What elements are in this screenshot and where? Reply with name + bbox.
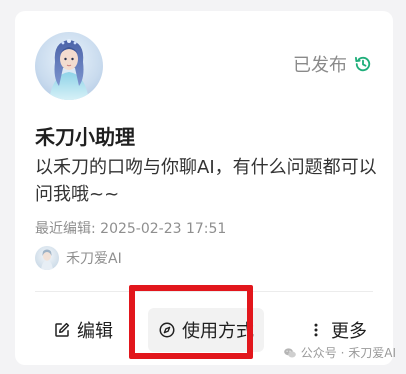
publish-status: 已发布 xyxy=(293,51,373,77)
watermark: 公众号 · 禾刀爱AI xyxy=(283,344,396,361)
agent-description: 以禾刀的口吻与你聊AI，有什么问题都可以问我哦~~ xyxy=(35,157,377,205)
divider xyxy=(35,291,373,292)
usage-button-label: 使用方式 xyxy=(182,321,254,342)
edit-icon xyxy=(55,322,70,337)
author-name: 禾刀爱AI xyxy=(66,251,122,267)
edit-button-label: 编辑 xyxy=(77,321,113,342)
author: 禾刀爱AI xyxy=(35,246,122,270)
history-icon xyxy=(355,56,371,72)
more-button-label: 更多 xyxy=(331,321,367,342)
agent-card[interactable]: 已发布 禾刀小助理 以禾刀的口吻与你聊AI，有什么问题都可以问我哦~~ 最近编辑… xyxy=(15,11,393,365)
author-avatar xyxy=(35,246,59,270)
edit-button[interactable]: 编辑 xyxy=(43,308,123,352)
compass-icon xyxy=(159,322,175,338)
last-edited-time: 最近编辑: 2025-02-23 17:51 xyxy=(35,221,227,237)
agent-title: 禾刀小助理 xyxy=(35,125,135,149)
publish-status-label: 已发布 xyxy=(293,55,347,76)
more-vertical-icon xyxy=(314,323,318,337)
wechat-icon xyxy=(283,347,296,357)
agent-avatar xyxy=(35,32,103,100)
usage-button[interactable]: 使用方式 xyxy=(148,308,264,352)
watermark-text: 公众号 · 禾刀爱AI xyxy=(300,346,396,360)
